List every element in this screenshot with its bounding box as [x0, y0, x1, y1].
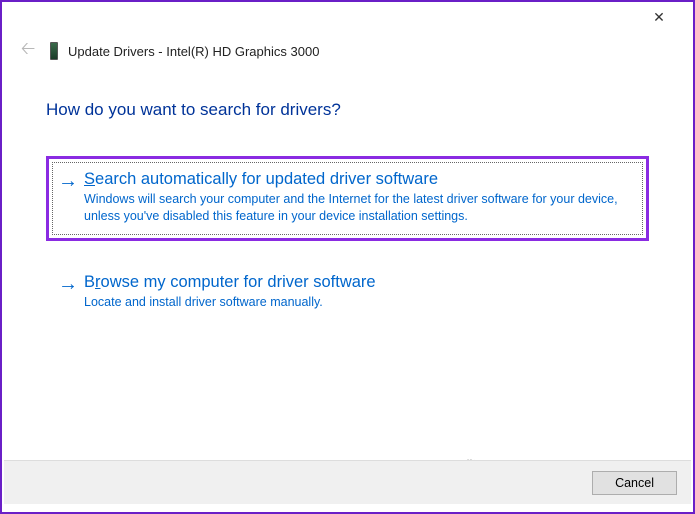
option-title: Search automatically for updated driver … [84, 170, 637, 189]
option-body: Browse my computer for driver software L… [84, 273, 637, 311]
option-body: Search automatically for updated driver … [84, 170, 637, 225]
option-browse-computer[interactable]: → Browse my computer for driver software… [46, 259, 649, 327]
page-heading: How do you want to search for drivers? [46, 100, 649, 120]
header: 🡠 Update Drivers - Intel(R) HD Graphics … [2, 32, 693, 72]
window-title: Update Drivers - Intel(R) HD Graphics 30… [68, 44, 319, 59]
back-arrow-icon[interactable]: 🡠 [16, 36, 40, 66]
titlebar: ✕ [2, 2, 693, 32]
arrow-right-icon: → [58, 170, 84, 225]
option-search-automatically[interactable]: → Search automatically for updated drive… [46, 156, 649, 241]
footer-bar: Cancel [4, 460, 691, 504]
arrow-right-icon: → [58, 273, 84, 311]
option-description: Locate and install driver software manua… [84, 294, 637, 311]
option-description: Windows will search your computer and th… [84, 191, 637, 225]
content-area: How do you want to search for drivers? →… [2, 72, 693, 327]
cancel-button[interactable]: Cancel [592, 471, 677, 495]
close-icon[interactable]: ✕ [639, 9, 679, 26]
device-icon [50, 42, 58, 60]
mnemonic: S [84, 170, 95, 188]
option-title: Browse my computer for driver software [84, 273, 637, 292]
